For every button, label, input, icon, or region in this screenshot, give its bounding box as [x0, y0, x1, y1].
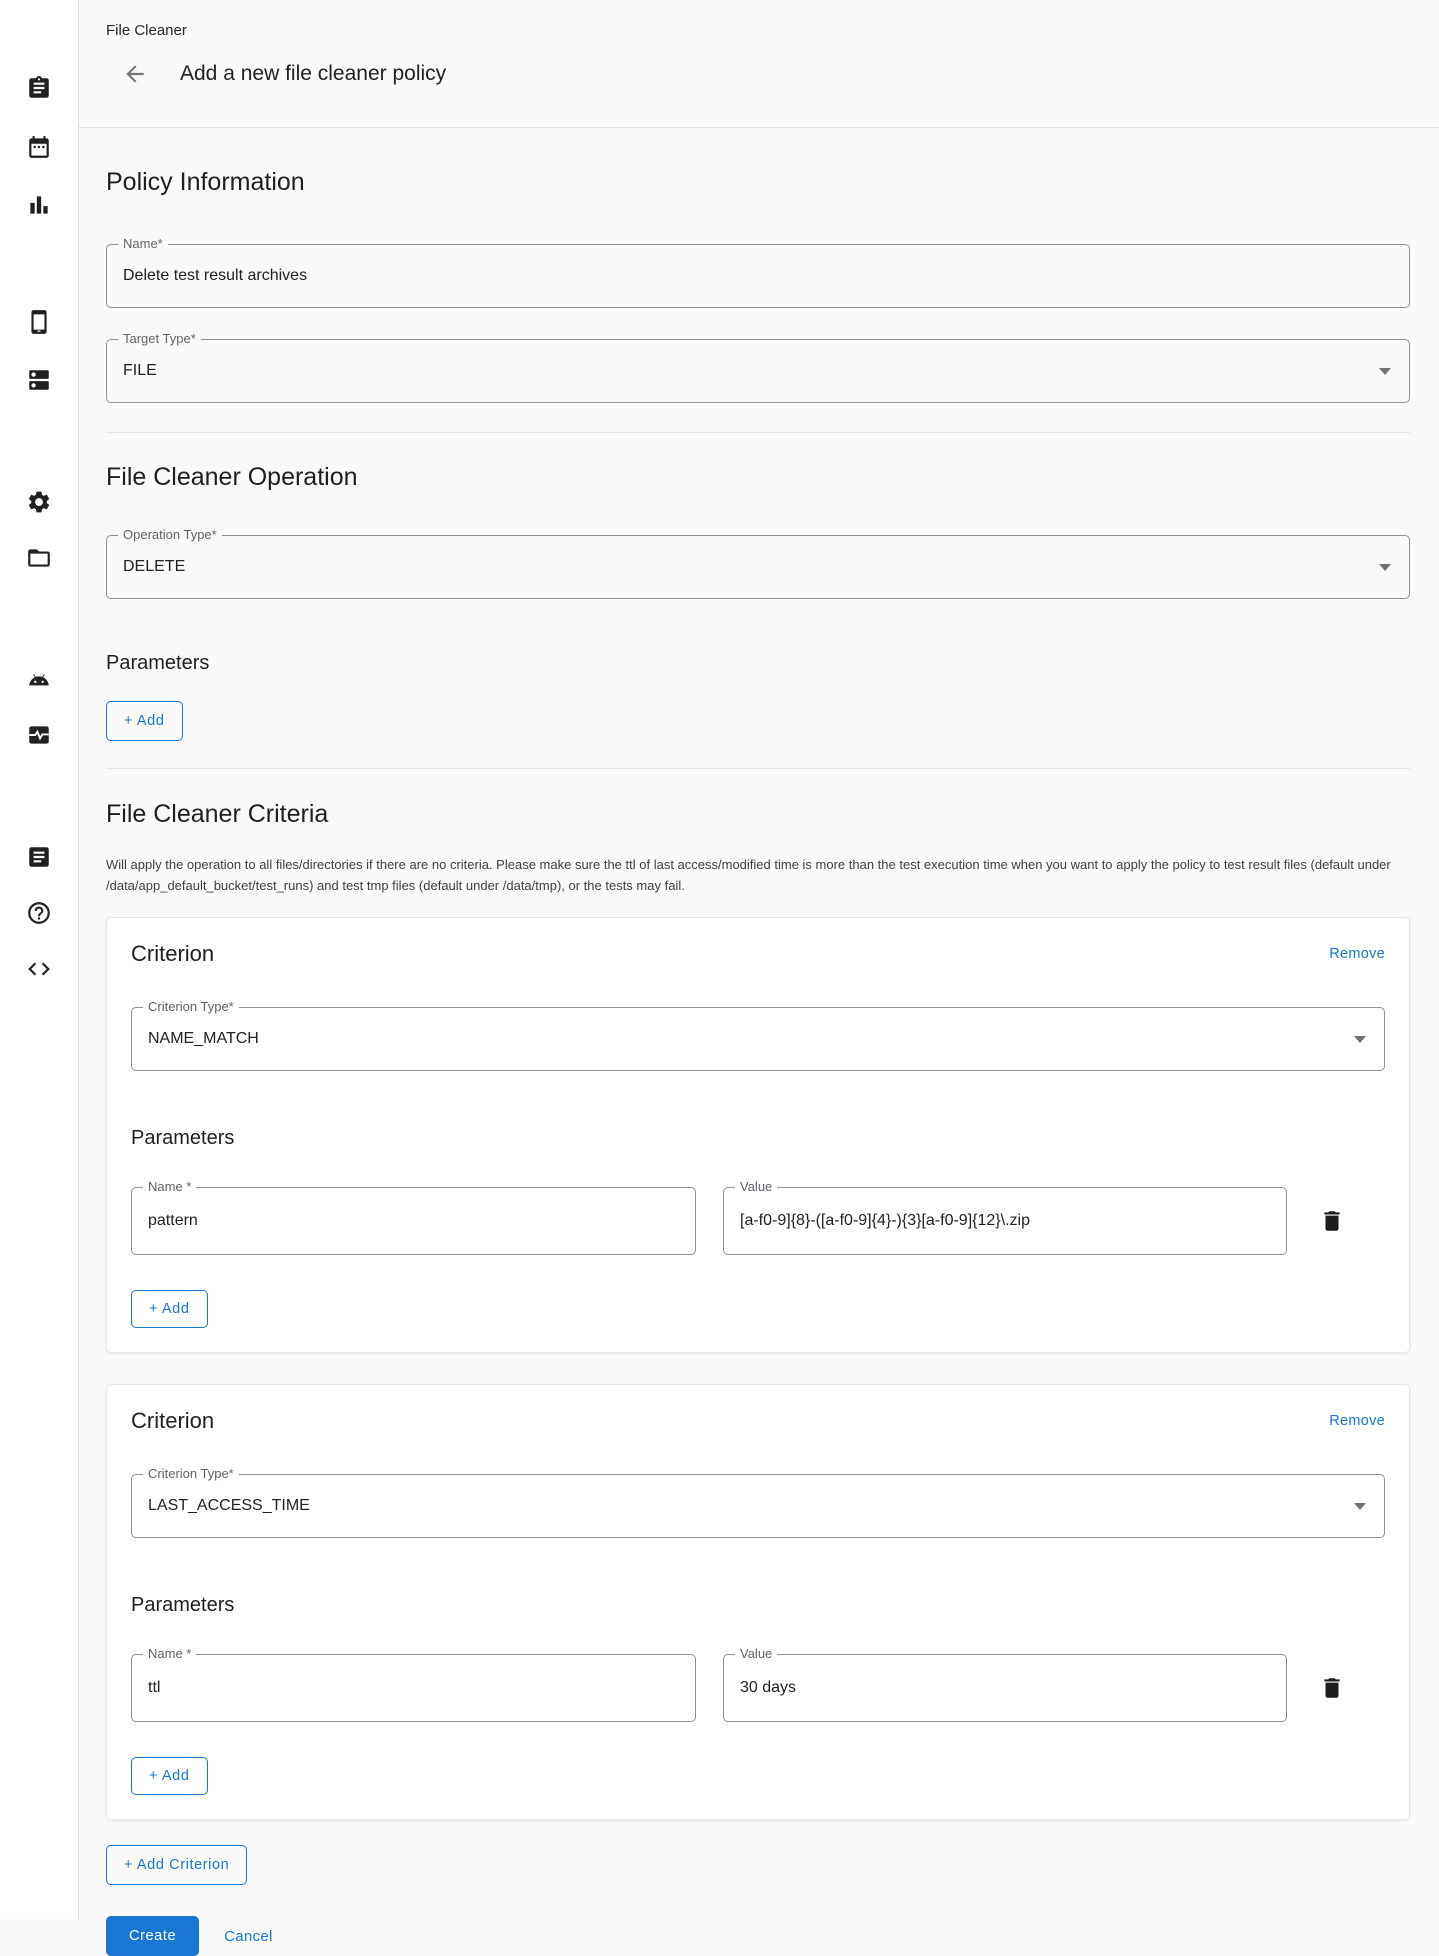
parameter-value-label: Value — [735, 1646, 777, 1661]
smartphone-icon[interactable] — [26, 309, 52, 335]
policy-information-heading: Policy Information — [106, 168, 1410, 197]
settings-gear-icon[interactable] — [26, 489, 52, 515]
operation-parameters-heading: Parameters — [106, 652, 1410, 675]
parameter-name-field[interactable]: Name * — [131, 1654, 696, 1722]
parameter-value-label: Value — [735, 1179, 777, 1194]
criteria-heading: File Cleaner Criteria — [106, 800, 1410, 829]
delete-parameter-icon[interactable] — [1319, 1208, 1345, 1234]
android-icon[interactable] — [26, 667, 52, 693]
criterion-card: Criterion Remove Criterion Type* NAME_MA… — [106, 917, 1410, 1353]
parameter-name-label: Name * — [143, 1646, 196, 1661]
criterion-title: Criterion — [131, 1408, 214, 1434]
target-type-field[interactable]: Target Type* FILE — [106, 339, 1410, 403]
sidebar — [0, 0, 79, 1919]
criterion-remove-link[interactable]: Remove — [1329, 946, 1385, 962]
section-divider — [106, 432, 1410, 433]
back-arrow-icon[interactable] — [122, 61, 148, 87]
criterion-type-label: Criterion Type* — [143, 1466, 239, 1481]
chevron-down-icon — [1379, 368, 1391, 375]
criterion-remove-link[interactable]: Remove — [1329, 1413, 1385, 1429]
parameter-value-field[interactable]: Value — [723, 1187, 1287, 1255]
criterion-type-field[interactable]: Criterion Type* NAME_MATCH — [131, 1007, 1385, 1071]
criterion-type-value[interactable]: LAST_ACCESS_TIME — [132, 1475, 1384, 1537]
assignment-icon[interactable] — [26, 75, 52, 101]
parameter-name-label: Name * — [143, 1179, 196, 1194]
activity-monitor-icon[interactable] — [26, 722, 52, 748]
criteria-description: Will apply the operation to all files/di… — [106, 854, 1410, 896]
main-area: File Cleaner Add a new file cleaner poli… — [79, 0, 1439, 1919]
code-icon[interactable] — [26, 956, 52, 982]
dns-icon[interactable] — [26, 367, 52, 393]
chevron-down-icon — [1354, 1503, 1366, 1510]
bar-chart-icon[interactable] — [26, 192, 52, 218]
section-divider — [106, 768, 1410, 769]
cancel-link[interactable]: Cancel — [224, 1928, 273, 1945]
criterion-type-field[interactable]: Criterion Type* LAST_ACCESS_TIME — [131, 1474, 1385, 1538]
app-title: File Cleaner — [106, 22, 1410, 39]
help-icon[interactable] — [26, 900, 52, 926]
operation-heading: File Cleaner Operation — [106, 463, 1410, 492]
policy-name-field[interactable]: Name* — [106, 244, 1410, 308]
criterion-add-parameter-button[interactable]: + Add — [131, 1757, 208, 1795]
page-title: Add a new file cleaner policy — [180, 62, 446, 86]
criterion-type-value[interactable]: NAME_MATCH — [132, 1008, 1384, 1070]
page-header: File Cleaner Add a new file cleaner poli… — [79, 0, 1439, 128]
policy-name-input[interactable] — [107, 245, 1409, 307]
calendar-icon[interactable] — [26, 134, 52, 160]
criterion-card: Criterion Remove Criterion Type* LAST_AC… — [106, 1384, 1410, 1820]
policy-name-label: Name* — [118, 236, 168, 251]
criterion-add-parameter-button[interactable]: + Add — [131, 1290, 208, 1328]
create-button[interactable]: Create — [106, 1916, 199, 1956]
operation-type-label: Operation Type* — [118, 527, 222, 542]
parameter-value-input[interactable] — [724, 1188, 1286, 1254]
parameter-name-input[interactable] — [132, 1655, 695, 1721]
delete-parameter-icon[interactable] — [1319, 1675, 1345, 1701]
operation-type-field[interactable]: Operation Type* DELETE — [106, 535, 1410, 599]
article-icon[interactable] — [26, 844, 52, 870]
criterion-parameters-heading: Parameters — [131, 1594, 1385, 1617]
criterion-type-label: Criterion Type* — [143, 999, 239, 1014]
parameter-name-field[interactable]: Name * — [131, 1187, 696, 1255]
operation-add-parameter-button[interactable]: + Add — [106, 701, 183, 741]
operation-type-value[interactable]: DELETE — [107, 536, 1409, 598]
add-criterion-button[interactable]: + Add Criterion — [106, 1845, 247, 1885]
chevron-down-icon — [1379, 564, 1391, 571]
parameter-value-input[interactable] — [724, 1655, 1286, 1721]
criterion-parameters-heading: Parameters — [131, 1127, 1385, 1150]
target-type-label: Target Type* — [118, 331, 201, 346]
target-type-value[interactable]: FILE — [107, 340, 1409, 402]
parameter-value-field[interactable]: Value — [723, 1654, 1287, 1722]
criterion-title: Criterion — [131, 941, 214, 967]
chevron-down-icon — [1354, 1036, 1366, 1043]
parameter-name-input[interactable] — [132, 1188, 695, 1254]
folder-icon[interactable] — [26, 545, 52, 571]
